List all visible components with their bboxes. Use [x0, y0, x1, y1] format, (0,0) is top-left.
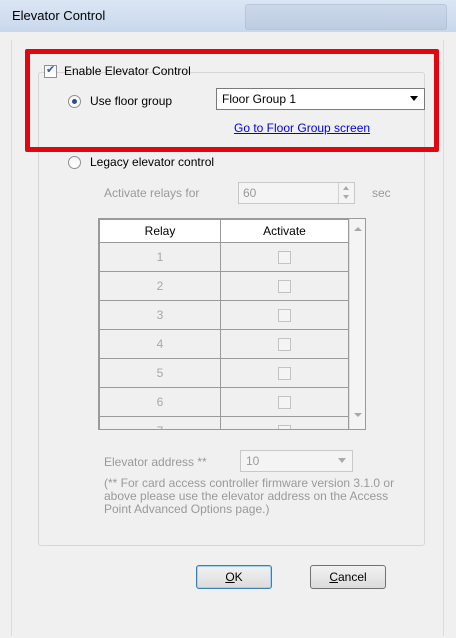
activate-cell	[220, 242, 349, 272]
chevron-down-icon	[338, 458, 346, 463]
scroll-down-icon[interactable]	[354, 413, 362, 417]
ok-label: K	[234, 570, 243, 584]
activate-checkbox[interactable]	[278, 280, 291, 294]
relay-number: 7	[99, 416, 221, 429]
activate-relays-unit: sec	[372, 186, 391, 200]
spinner-down-icon[interactable]	[343, 195, 349, 199]
column-header-relay: Relay	[99, 219, 221, 243]
background-window-tab	[245, 4, 447, 30]
spinner-up-icon[interactable]	[343, 186, 349, 190]
ok-button[interactable]: OK	[196, 565, 272, 589]
cancel-mnemonic: C	[329, 570, 338, 584]
table-row: 6	[99, 387, 349, 417]
activate-relays-spinner[interactable]: 60	[238, 182, 355, 204]
relay-grid-scrollbar[interactable]	[349, 219, 365, 429]
elevator-control-window: Elevator Control Enable Elevator Control…	[0, 0, 456, 638]
activate-cell	[220, 416, 349, 429]
column-header-activate: Activate	[220, 219, 349, 243]
relay-number: 2	[99, 271, 221, 301]
activate-cell	[220, 358, 349, 388]
activate-checkbox[interactable]	[278, 367, 291, 381]
ok-mnemonic: O	[225, 570, 235, 584]
table-row: 4	[99, 329, 349, 359]
table-row: 2	[99, 271, 349, 301]
elevator-address-select[interactable]: 10	[240, 450, 353, 472]
legacy-elevator-label: Legacy elevator control	[90, 155, 215, 169]
table-row: 7	[99, 416, 349, 429]
activate-relays-value: 60	[243, 186, 257, 200]
elevator-address-note: (** For card access controller firmware …	[104, 476, 395, 516]
activate-checkbox[interactable]	[278, 309, 291, 323]
relay-number: 5	[99, 358, 221, 388]
relay-number: 1	[99, 242, 221, 272]
relay-number: 4	[99, 329, 221, 359]
activate-cell	[220, 329, 349, 359]
relay-number: 6	[99, 387, 221, 417]
window-title: Elevator Control	[12, 8, 106, 23]
table-row: 3	[99, 300, 349, 330]
table-row: 5	[99, 358, 349, 388]
cancel-button[interactable]: Cancel	[310, 565, 386, 589]
title-bar: Elevator Control	[0, 0, 456, 32]
activate-checkbox[interactable]	[278, 338, 291, 352]
highlight-box	[25, 49, 439, 152]
activate-checkbox[interactable]	[278, 396, 291, 410]
elevator-address-value: 10	[246, 454, 260, 468]
spinner-buttons[interactable]	[338, 183, 354, 203]
scroll-up-icon[interactable]	[354, 227, 362, 231]
activate-relays-label: Activate relays for	[104, 186, 200, 200]
relay-table: Relay Activate 1 2 3 4 5 6 7	[99, 219, 349, 429]
elevator-address-label: Elevator address **	[104, 455, 207, 469]
activate-checkbox[interactable]	[278, 251, 291, 265]
activate-cell	[220, 271, 349, 301]
relay-table-header: Relay Activate	[99, 219, 349, 243]
table-row: 1	[99, 242, 349, 272]
activate-cell	[220, 387, 349, 417]
relay-grid: Relay Activate 1 2 3 4 5 6 7	[98, 218, 366, 430]
relay-number: 3	[99, 300, 221, 330]
legacy-elevator-radio[interactable]	[68, 156, 81, 169]
cancel-label: ancel	[337, 570, 367, 584]
activate-checkbox[interactable]	[278, 425, 291, 429]
activate-cell	[220, 300, 349, 330]
